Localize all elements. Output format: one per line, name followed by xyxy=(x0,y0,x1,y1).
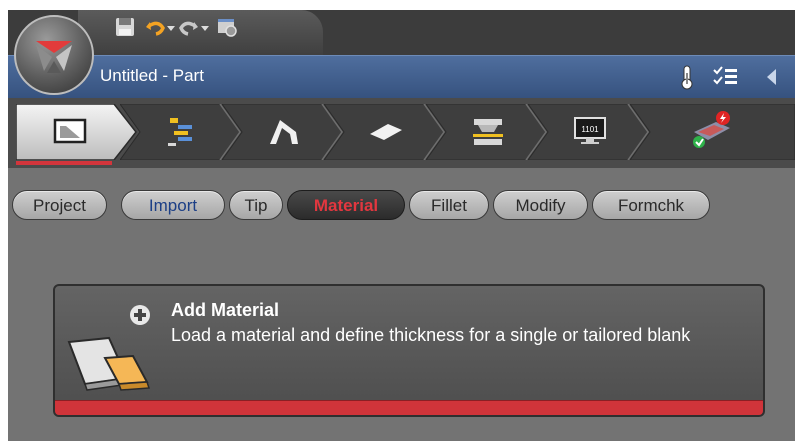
material-sheet-icon xyxy=(67,336,151,391)
checklist-icon[interactable] xyxy=(711,63,739,91)
forming-shape-icon xyxy=(270,120,298,144)
plus-icon xyxy=(130,305,150,325)
workflow-step-check[interactable] xyxy=(630,104,795,160)
redo-dropdown-icon[interactable] xyxy=(200,16,210,38)
app-window: Untitled - Part 1101 Project Import Tip … xyxy=(8,10,795,441)
tab-modify[interactable]: Modify xyxy=(493,190,588,220)
output-code-text: 1101 xyxy=(581,125,599,134)
save-icon[interactable] xyxy=(114,16,136,38)
structure-tree-icon xyxy=(168,118,192,146)
settings-window-icon[interactable] xyxy=(216,16,238,38)
active-step-indicator xyxy=(16,161,112,165)
card-description: Load a material and define thickness for… xyxy=(171,325,691,345)
tab-formchk[interactable]: Formchk xyxy=(592,190,710,220)
card-accent-bar xyxy=(55,400,763,415)
quick-access-tab xyxy=(78,10,323,56)
tab-fillet[interactable]: Fillet xyxy=(409,190,489,220)
collapse-panel-icon[interactable] xyxy=(756,63,784,91)
title-bar: Untitled - Part xyxy=(8,55,795,98)
redo-icon[interactable] xyxy=(178,16,200,38)
add-material-card[interactable]: Add Material Load a material and define … xyxy=(53,284,765,417)
quick-access-toolbar xyxy=(8,10,795,56)
part-sheet-icon xyxy=(53,118,87,144)
tab-project[interactable]: Project xyxy=(12,190,107,220)
monitor-output-icon: 1101 xyxy=(574,117,606,144)
undo-icon[interactable] xyxy=(144,16,166,38)
app-logo-icon xyxy=(36,41,72,73)
tab-tip[interactable]: Tip xyxy=(229,190,283,220)
tab-material[interactable]: Material xyxy=(287,190,405,220)
flat-blank-icon xyxy=(370,124,402,140)
thermometer-icon[interactable] xyxy=(673,63,701,91)
undo-dropdown-icon[interactable] xyxy=(166,16,176,38)
window-title: Untitled - Part xyxy=(100,66,204,85)
check-analysis-icon xyxy=(693,111,730,148)
workflow-strip: 1101 xyxy=(8,98,795,168)
die-tool-icon xyxy=(473,119,503,145)
card-title: Add Material xyxy=(171,300,280,320)
application-menu-button[interactable] xyxy=(14,15,94,95)
tab-import[interactable]: Import xyxy=(121,190,225,220)
